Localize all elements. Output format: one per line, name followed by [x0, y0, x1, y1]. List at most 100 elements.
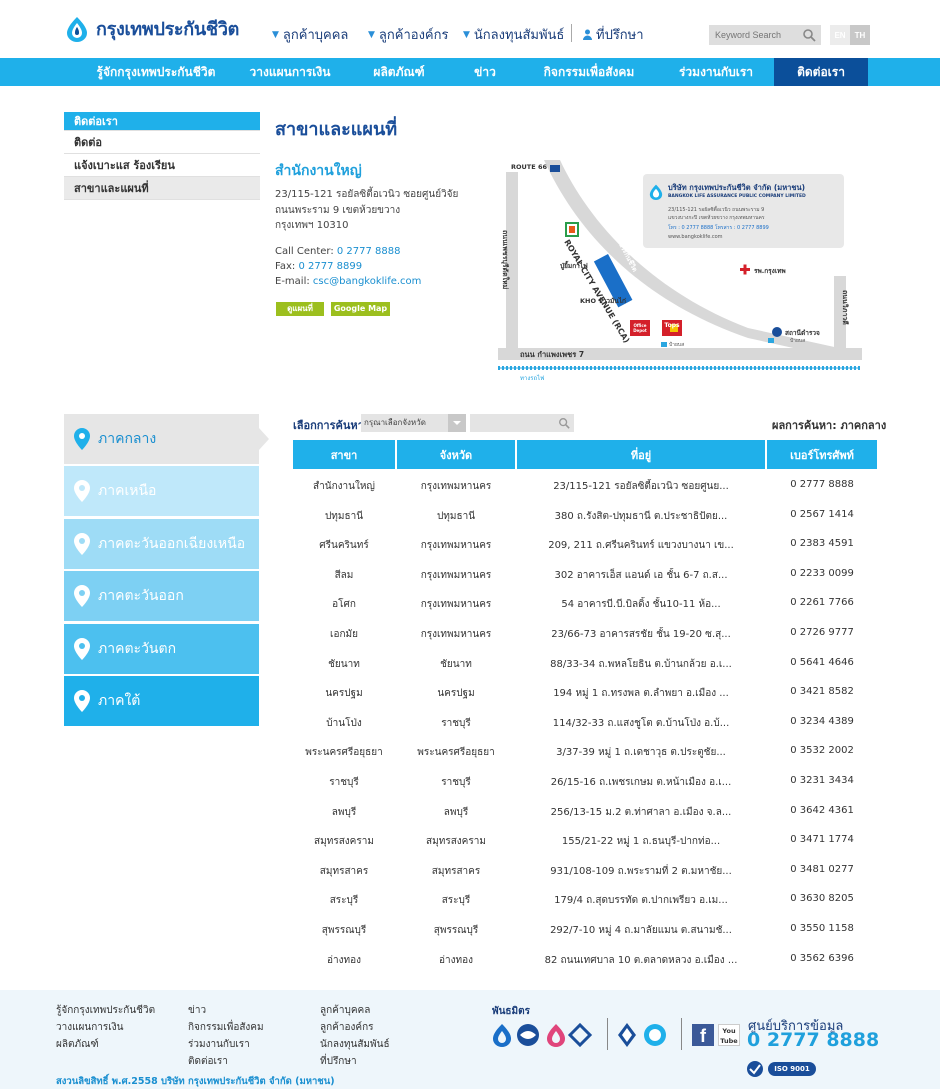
search-icon[interactable] — [558, 417, 570, 429]
cell-address: 194 หมู่ 1 ถ.ทรงพล ต.ลำพยา อ.เมือง ... — [553, 688, 729, 700]
nav-about[interactable]: รู้จักกรุงเทพประกันชีวิต — [76, 58, 236, 86]
nav-products[interactable]: ผลิตภัณฑ์ — [350, 58, 448, 86]
cell-phone: 0 3562 6396 — [790, 952, 854, 964]
cell-phone: 0 3234 4389 — [790, 715, 854, 727]
top-link-advisor[interactable]: ที่ปรึกษา — [583, 24, 644, 45]
cell-branch: อ่างทอง — [327, 954, 361, 966]
footer-link[interactable]: ร่วมงานกับเรา — [188, 1037, 250, 1052]
top-link-corporate[interactable]: ▼ ลูกค้าองค์กร — [368, 24, 448, 45]
google-map-button[interactable]: Google Map — [331, 302, 390, 316]
cell-phone: 0 3642 4361 — [790, 804, 854, 816]
footer-divider — [681, 1018, 682, 1050]
footer-link[interactable]: วางแผนการเงิน — [56, 1020, 123, 1035]
cell-address: 82 ถนนเทศบาล 10 ต.ตลาดหลวง อ.เมือง ... — [544, 954, 738, 966]
location-pin-icon — [74, 428, 90, 450]
footer-link[interactable]: ติดต่อเรา — [188, 1054, 228, 1069]
copyright-text: สงวนลิขสิทธิ์ พ.ศ.2558 บริษัท กรุงเทพประ… — [56, 1076, 335, 1087]
cell-branch: สมุทรสงคราม — [314, 836, 374, 848]
nav-financial-planning[interactable]: วางแผนการเงิน — [238, 58, 342, 86]
map-busstop-1: ป้ายบส — [669, 342, 685, 348]
region-active-arrow — [259, 428, 269, 450]
left-menu-item-contact[interactable]: ติดต่อ — [64, 131, 260, 154]
cell-province: ลพบุรี — [443, 806, 469, 818]
cell-address: 114/32-33 ถ.แสงชูโต ต.บ้านโป่ง อ.บ้... — [552, 717, 730, 729]
cell-address: 88/33-34 ถ.พหลโยธิน ต.บ้านกล้วย อ.เ... — [550, 658, 732, 670]
cell-branch: สำนักงานใหญ่ — [313, 481, 375, 492]
lang-en-button[interactable]: EN — [830, 25, 850, 45]
logo-text: กรุงเทพประกันชีวิต — [96, 19, 240, 40]
top-link-personal[interactable]: ▼ ลูกค้าบุคคล — [272, 24, 348, 45]
caret-down-icon: ▼ — [272, 29, 279, 40]
map-company-th: บริษัท กรุงเทพประกันชีวิต จำกัด (มหาชน) — [668, 183, 806, 192]
facebook-icon[interactable]: f — [692, 1024, 714, 1046]
map-label-road-left: ถนนเพชรบุรีตัดใหม่ — [501, 230, 509, 290]
left-menu-item-branches[interactable]: สาขาและแผนที่ — [64, 177, 260, 200]
region-northeast-tab[interactable]: ภาคตะวันออกเฉียงเหนือ — [64, 519, 259, 569]
cell-branch: อโศก — [332, 599, 356, 611]
footer-link[interactable]: กิจกรรมเพื่อสังคม — [188, 1020, 264, 1035]
map-tops-logo: Tops — [664, 322, 680, 329]
hq-call-link[interactable]: 0 2777 8888 — [337, 246, 401, 257]
cell-phone: 0 3231 3434 — [790, 775, 854, 786]
footer-link[interactable]: ลูกค้าบุคคล — [320, 1003, 370, 1018]
cell-phone: 0 3481 0277 — [790, 863, 854, 875]
nav-contact[interactable]: ติดต่อเรา — [774, 58, 868, 86]
cell-address: 23/66-73 อาคารสรชัย ชั้น 19-20 ซ.สุ... — [551, 629, 731, 640]
location-pin-icon — [74, 690, 90, 712]
cell-phone: 0 2777 8888 — [790, 479, 854, 490]
nav-csr[interactable]: กิจกรรมเพื่อสังคม — [526, 58, 652, 86]
region-west-tab[interactable]: ภาคตะวันตก — [64, 624, 259, 674]
footer-link[interactable]: รู้จักกรุงเทพประกันชีวิต — [56, 1003, 155, 1018]
region-south-tab[interactable]: ภาคใต้ — [64, 676, 259, 726]
location-map[interactable]: ROUTE 66 ROYAL CITY AVENUE (RCA) กรุงเทพ… — [498, 160, 862, 382]
cell-address: 380 ถ.รังสิต-ปทุมธานี ต.ประชาธิปัตย... — [554, 510, 728, 522]
region-east-tab[interactable]: ภาคตะวันออก — [64, 571, 259, 621]
cell-phone: 0 3630 8205 — [790, 893, 854, 905]
footer-link[interactable]: ลูกค้าองค์กร — [320, 1020, 374, 1035]
cell-phone: 0 3550 1158 — [790, 923, 854, 934]
cell-branch: สุพรรณบุรี — [321, 925, 367, 936]
cell-phone: 0 3421 8582 — [790, 686, 854, 698]
footer-link[interactable]: ข่าว — [188, 1003, 206, 1018]
partner-logos — [493, 1022, 593, 1048]
nav-careers[interactable]: ร่วมงานกับเรา — [664, 58, 768, 86]
cell-address: 26/15-16 ถ.เพชรเกษม ต.หน้าเมือง อ.เ... — [550, 777, 732, 788]
cell-province: สมุทรสงคราม — [426, 836, 486, 848]
view-map-button[interactable]: ดูแผนที่ — [276, 302, 324, 316]
top-link-investor[interactable]: ▼ นักลงทุนสัมพันธ์ — [463, 24, 564, 45]
youtube-icon[interactable]: You Tube — [718, 1024, 740, 1046]
cell-branch: ปทุมธานี — [324, 510, 364, 522]
map-company-en: BANGKOK LIFE ASSURANCE PUBLIC COMPANY LI… — [668, 194, 806, 199]
cell-branch: สมุทรสาคร — [319, 865, 369, 877]
cell-address: 931/108-109 ถ.พระรามที่ 2 ต.มหาชัย... — [550, 865, 732, 877]
cell-branch: ลพบุรี — [331, 806, 357, 818]
region-north-tab[interactable]: ภาคเหนือ — [64, 466, 259, 516]
cell-branch: เอกมัย — [330, 629, 358, 640]
hq-email-link[interactable]: csc@bangkoklife.com — [313, 276, 421, 287]
group-logos — [618, 1023, 666, 1047]
cell-address: 256/13-15 ม.2 ต.ท่าศาลา อ.เมือง จ.ล... — [550, 806, 732, 818]
cell-province: สระบุรี — [441, 895, 471, 907]
cell-province: กรุงเทพมหานคร — [420, 540, 492, 552]
footer-link[interactable]: ผลิตภัณฑ์ — [56, 1037, 99, 1052]
nav-news[interactable]: ข่าว — [460, 58, 510, 86]
search-icon[interactable] — [802, 28, 816, 42]
branch-search-input[interactable] — [470, 414, 574, 432]
site-logo[interactable]: กรุงเทพประกันชีวิต — [64, 14, 239, 43]
map-label-route66: ROUTE 66 — [511, 163, 547, 171]
lang-th-button[interactable]: TH — [850, 25, 870, 45]
cell-province: ปทุมธานี — [436, 510, 476, 522]
left-menu-item-complaint[interactable]: แจ้งเบาะแส ร้องเรียน — [64, 154, 260, 177]
footer-link[interactable]: นักลงทุนสัมพันธ์ — [320, 1037, 390, 1052]
region-central-tab[interactable]: ภาคกลาง — [64, 414, 259, 464]
hq-address-line1: 23/115-121 รอยัลซิตี้อเวนิว ซอยศูนย์วิจั… — [275, 189, 459, 200]
service-phone[interactable]: 0 2777 8888 — [747, 1029, 879, 1051]
map-label-railway: ทางรถไฟ — [520, 375, 545, 382]
footer-link[interactable]: ที่ปรึกษา — [320, 1054, 357, 1069]
cell-province: พระนครศรีอยุธยา — [417, 747, 495, 759]
cell-address: 54 อาคารบี.บี.บิลดิ้ง ชั้น10-11 ห้อ... — [561, 599, 721, 611]
province-select-arrow[interactable] — [448, 414, 466, 432]
caret-down-icon: ▼ — [368, 29, 375, 40]
col-header-address: ที่อยู่ — [517, 440, 765, 469]
cell-province: ราชบุรี — [441, 717, 471, 729]
